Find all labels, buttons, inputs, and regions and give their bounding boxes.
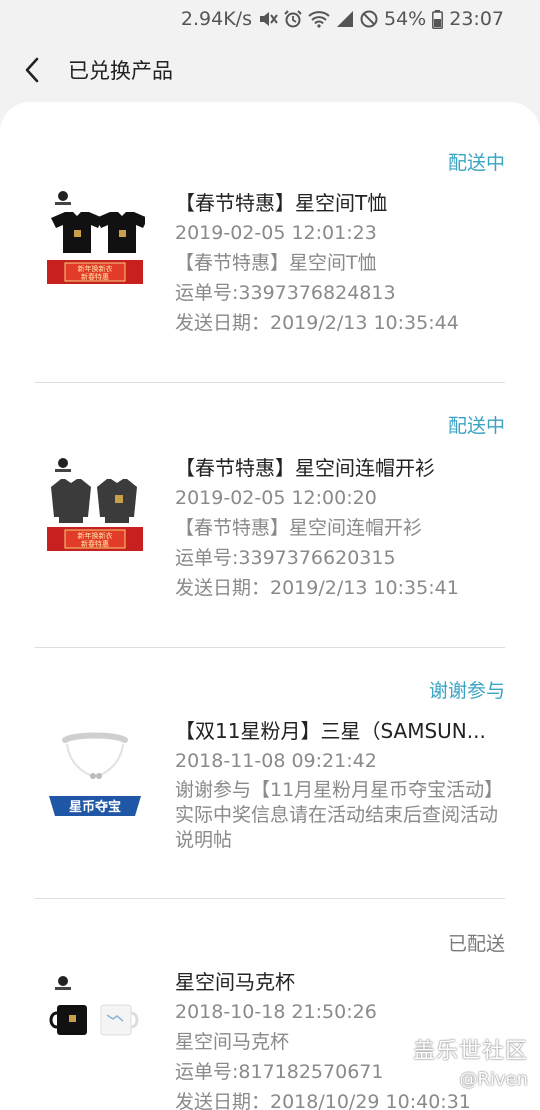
battery-icon bbox=[432, 9, 444, 29]
ship-date: 发送日期：2018/10/29 10:40:31 bbox=[175, 1091, 471, 1110]
order-status: 谢谢参与 bbox=[428, 680, 505, 702]
watermark-brand: 盖乐世社区 bbox=[412, 1039, 528, 1064]
thumb-banner-line1: 新年换新衣 bbox=[78, 531, 113, 540]
thumb-banner-line2: 新春特惠 bbox=[81, 539, 109, 548]
order-item[interactable]: 配送中 新年换新衣 新春特惠 【春节特惠】星空间T恤 2019-02-05 12… bbox=[35, 102, 505, 383]
order-description: 谢谢参与【11月星粉月星币夺宝活动】实际中奖信息请在活动结束后查阅活动说明帖 bbox=[175, 779, 504, 851]
product-subtitle: 【春节特惠】星空间T恤 bbox=[175, 252, 377, 274]
app-header: 已兑换产品 bbox=[0, 38, 540, 102]
network-speed: 2.94K/s bbox=[180, 8, 252, 30]
product-thumbnail: 新年换新衣 新春特惠 bbox=[45, 453, 145, 563]
order-status: 配送中 bbox=[447, 152, 505, 174]
tracking-number: 运单号:3397376824813 bbox=[175, 282, 396, 304]
order-item[interactable]: 配送中 新年换新衣 新春特惠 【春节特惠】星空间连帽开衫 2019-02-05 … bbox=[35, 383, 505, 648]
alarm-icon bbox=[284, 10, 302, 28]
product-title: 【双11星粉月】三星（SAMSUN... bbox=[175, 719, 486, 743]
battery-percent: 54% bbox=[384, 8, 427, 30]
chevron-left-icon bbox=[25, 57, 39, 83]
order-item[interactable]: 谢谢参与 星币夺宝 【双11星粉月】三星（SAMSUN... 2018-11-0… bbox=[35, 648, 505, 899]
order-status: 已配送 bbox=[447, 933, 505, 955]
mute-icon bbox=[258, 10, 278, 28]
status-bar: 2.94K/s 54% 23:07 bbox=[0, 0, 540, 38]
product-thumbnail: 星币夺宝 bbox=[45, 718, 145, 828]
order-date: 2018-11-08 09:21:42 bbox=[175, 750, 377, 772]
order-date: 2019-02-05 12:01:23 bbox=[175, 222, 377, 244]
thumb-banner: 星币夺宝 bbox=[69, 799, 121, 815]
back-button[interactable] bbox=[0, 38, 64, 102]
product-title: 【春节特惠】星空间连帽开衫 bbox=[175, 456, 435, 480]
product-title: 星空间马克杯 bbox=[175, 970, 295, 994]
product-title: 【春节特惠】星空间T恤 bbox=[175, 191, 388, 215]
watermark: 盖乐世社区 @Riven bbox=[413, 1033, 528, 1090]
order-status: 配送中 bbox=[447, 415, 505, 437]
product-thumbnail bbox=[45, 971, 145, 1081]
tracking-number: 运单号:3397376620315 bbox=[175, 547, 396, 569]
page-title: 已兑换产品 bbox=[68, 59, 173, 83]
watermark-user: @Riven bbox=[459, 1069, 528, 1090]
wifi-icon bbox=[308, 10, 330, 28]
order-date: 2018-10-18 21:50:26 bbox=[175, 1001, 377, 1023]
block-icon bbox=[360, 10, 378, 28]
order-date: 2019-02-05 12:00:20 bbox=[175, 487, 377, 509]
orders-card: 配送中 新年换新衣 新春特惠 【春节特惠】星空间T恤 2019-02-05 12… bbox=[0, 102, 540, 1110]
ship-date: 发送日期：2019/2/13 10:35:41 bbox=[175, 577, 459, 599]
product-thumbnail: 新年换新衣 新春特惠 bbox=[45, 186, 148, 296]
product-subtitle: 【春节特惠】星空间连帽开衫 bbox=[175, 517, 423, 539]
ship-date: 发送日期：2019/2/13 10:35:44 bbox=[175, 312, 459, 334]
clock-time: 23:07 bbox=[449, 8, 504, 30]
thumb-banner-line1: 新年换新衣 bbox=[78, 264, 113, 273]
signal-icon bbox=[336, 10, 354, 28]
thumb-banner-line2: 新春特惠 bbox=[81, 272, 109, 281]
